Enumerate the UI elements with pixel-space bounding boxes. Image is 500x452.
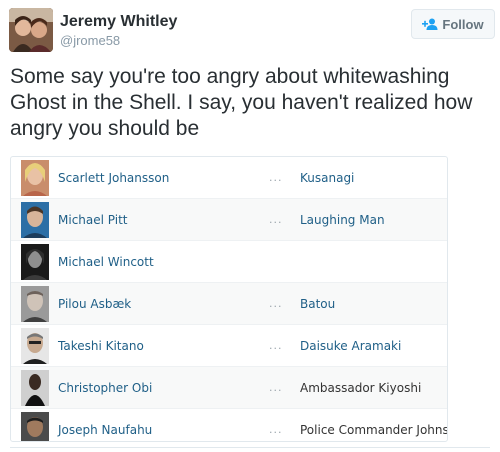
actor-name[interactable]: Michael Wincott bbox=[58, 255, 154, 269]
author-handle[interactable]: @jrome58 bbox=[60, 33, 120, 48]
cast-row: Pilou Asbæk ... Batou bbox=[11, 283, 447, 325]
cast-row: Takeshi Kitano ... Daisuke Aramaki bbox=[11, 325, 447, 367]
character-name[interactable]: Batou bbox=[300, 297, 335, 311]
cast-list-image: Scarlett Johansson ... Kusanagi Michael … bbox=[10, 156, 448, 442]
actor-name[interactable]: Takeshi Kitano bbox=[58, 339, 144, 353]
actor-name[interactable]: Joseph Naufahu bbox=[58, 423, 152, 437]
actor-photo bbox=[21, 202, 49, 238]
follow-button[interactable]: Follow bbox=[411, 9, 495, 39]
actor-photo bbox=[21, 286, 49, 322]
row-separator: ... bbox=[269, 423, 283, 436]
cast-row: Scarlett Johansson ... Kusanagi bbox=[11, 157, 447, 199]
row-separator: ... bbox=[269, 381, 283, 394]
cast-row: Michael Pitt ... Laughing Man bbox=[11, 199, 447, 241]
character-name: Ambassador Kiyoshi bbox=[300, 381, 422, 395]
actor-name[interactable]: Christopher Obi bbox=[58, 381, 152, 395]
character-name[interactable]: Laughing Man bbox=[300, 213, 385, 227]
cast-row: Christopher Obi ... Ambassador Kiyoshi bbox=[11, 367, 447, 409]
row-separator: ... bbox=[269, 297, 283, 310]
actor-name[interactable]: Pilou Asbæk bbox=[58, 297, 131, 311]
character-name: Police Commander Johns bbox=[300, 423, 448, 437]
cast-row: Joseph Naufahu ... Police Commander John… bbox=[11, 409, 448, 441]
tweet-text: Some say you're too angry about whitewas… bbox=[10, 65, 473, 140]
actor-photo bbox=[21, 412, 49, 441]
cast-row: Michael Wincott bbox=[11, 241, 447, 283]
divider bbox=[10, 447, 490, 448]
character-name[interactable]: Daisuke Aramaki bbox=[300, 339, 401, 353]
row-separator: ... bbox=[269, 213, 283, 226]
row-separator: ... bbox=[269, 339, 283, 352]
row-separator: ... bbox=[269, 171, 283, 184]
actor-photo bbox=[21, 244, 49, 280]
author-avatar[interactable] bbox=[9, 8, 53, 52]
actor-name[interactable]: Michael Pitt bbox=[58, 213, 128, 227]
add-user-icon bbox=[422, 18, 438, 30]
character-name[interactable]: Kusanagi bbox=[300, 171, 354, 185]
actor-photo bbox=[21, 160, 49, 196]
actor-photo bbox=[21, 328, 49, 364]
actor-photo bbox=[21, 370, 49, 406]
author-name[interactable]: Jeremy Whitley bbox=[60, 13, 177, 31]
actor-name[interactable]: Scarlett Johansson bbox=[58, 171, 169, 185]
follow-label: Follow bbox=[442, 16, 484, 32]
